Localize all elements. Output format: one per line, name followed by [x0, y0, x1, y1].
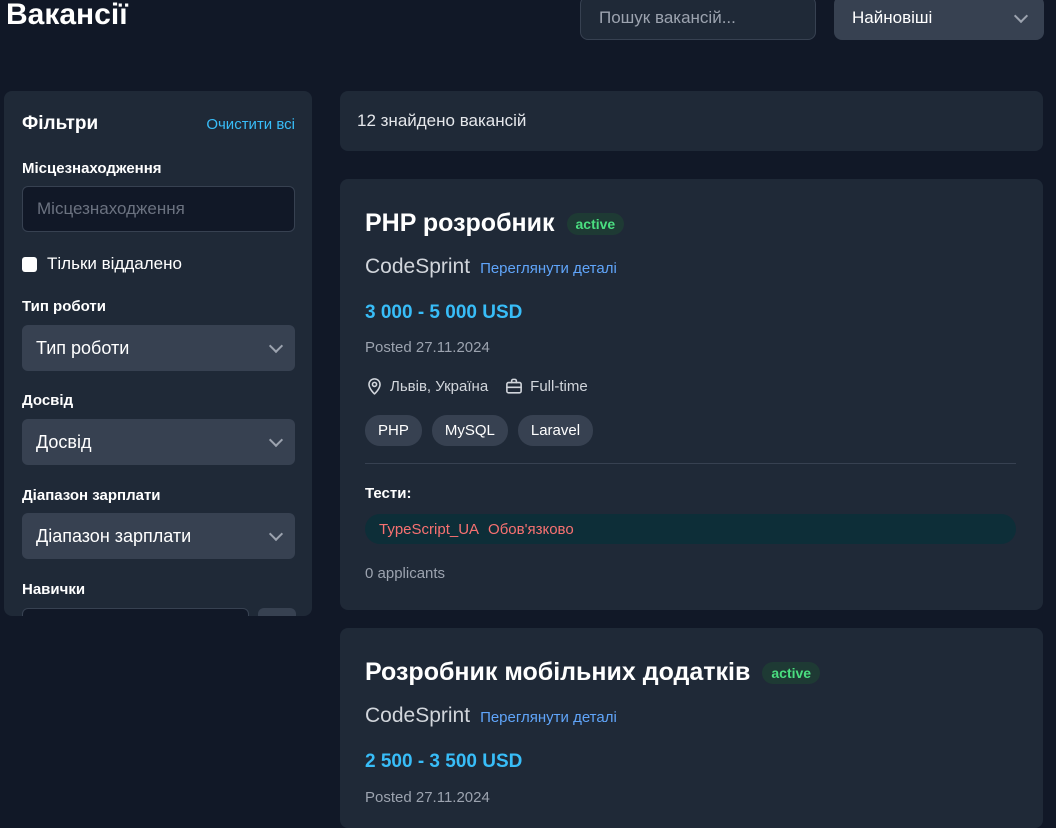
experience-label: Досвід: [22, 392, 74, 409]
skill-tag: PHP: [365, 415, 422, 446]
salary: 2 500 - 3 500 USD: [365, 751, 523, 772]
salary-range-value: Діапазон зарплати: [36, 525, 192, 546]
job-title[interactable]: Розробник мобільних додатків: [365, 658, 750, 687]
chevron-down-icon: [268, 338, 284, 353]
salary: 3 000 - 5 000 USD: [365, 302, 523, 323]
applicants-count: 0 applicants: [365, 565, 446, 582]
job-location: Львів, Україна: [390, 377, 489, 395]
location-pin-icon: [365, 376, 384, 396]
filters-panel: Фільтри Очистити всі Місцезнаходження Ті…: [4, 91, 312, 616]
page-title: Вакансії: [6, 0, 128, 31]
job-card: Розробник мобільних додатків active Code…: [340, 628, 1043, 828]
chevron-down-icon: [268, 432, 284, 447]
divider: [365, 463, 1016, 464]
skills-input[interactable]: [22, 608, 249, 616]
experience-value: Досвід: [36, 431, 92, 452]
job-type-label: Тип роботи: [22, 298, 106, 315]
remote-only-toggle[interactable]: Тільки віддалено: [22, 254, 182, 274]
test-required: Обов'язково: [488, 520, 574, 538]
view-details-link[interactable]: Переглянути деталі: [480, 260, 617, 277]
add-skill-button[interactable]: [258, 608, 296, 616]
remote-only-checkbox[interactable]: [22, 256, 37, 272]
job-title-row: PHP розробник active: [365, 209, 1016, 238]
job-meta: Львів, Україна Full-time: [365, 376, 1016, 396]
job-card: PHP розробник active CodeSprint Переглян…: [340, 179, 1043, 610]
briefcase-icon: [504, 377, 524, 396]
salary-range-select[interactable]: Діапазон зарплати: [22, 513, 295, 559]
posted-date: Posted 27.11.2024: [365, 339, 490, 356]
sort-select[interactable]: Найновіші: [834, 0, 1044, 40]
clear-all-link[interactable]: Очистити всі: [206, 116, 295, 133]
skill-tag: MySQL: [431, 415, 508, 446]
experience-select[interactable]: Досвід: [22, 419, 295, 465]
search-input[interactable]: [580, 0, 816, 40]
test-item: TypeScript_UA Обов'язково: [365, 514, 1016, 544]
company-name: CodeSprint: [365, 704, 471, 727]
skill-tags: PHP MySQL Laravel: [365, 415, 1016, 446]
filters-title: Фільтри: [22, 113, 99, 134]
posted-date: Posted 27.11.2024: [365, 789, 490, 806]
job-title[interactable]: PHP розробник: [365, 209, 555, 238]
job-type-value: Тип роботи: [36, 337, 130, 358]
employment-type: Full-time: [530, 377, 588, 395]
results-count: 12 знайдено вакансій: [357, 111, 527, 130]
chevron-down-icon: [268, 526, 284, 541]
tests-label: Тести:: [365, 485, 412, 502]
job-type-select[interactable]: Тип роботи: [22, 325, 295, 371]
company-row: CodeSprint Переглянути деталі: [365, 255, 1016, 279]
status-badge: active: [566, 212, 625, 235]
remote-only-label: Тільки віддалено: [47, 254, 182, 273]
company-name: CodeSprint: [365, 255, 471, 278]
salary-range-label: Діапазон зарплати: [22, 487, 161, 504]
results-count-bar: 12 знайдено вакансій: [340, 91, 1043, 151]
job-title-row: Розробник мобільних додатків active: [365, 658, 1016, 687]
status-badge: active: [762, 661, 821, 684]
skills-label: Навички: [22, 581, 86, 598]
sort-value: Найновіші: [852, 8, 933, 27]
filters-header: Фільтри Очистити всі: [22, 113, 295, 135]
test-name: TypeScript_UA: [379, 520, 480, 538]
chevron-down-icon: [1013, 8, 1029, 23]
company-row: CodeSprint Переглянути деталі: [365, 704, 1016, 728]
view-details-link[interactable]: Переглянути деталі: [480, 709, 617, 726]
location-input[interactable]: [22, 186, 295, 232]
skill-tag: Laravel: [517, 415, 594, 446]
location-label: Місцезнаходження: [22, 160, 162, 177]
